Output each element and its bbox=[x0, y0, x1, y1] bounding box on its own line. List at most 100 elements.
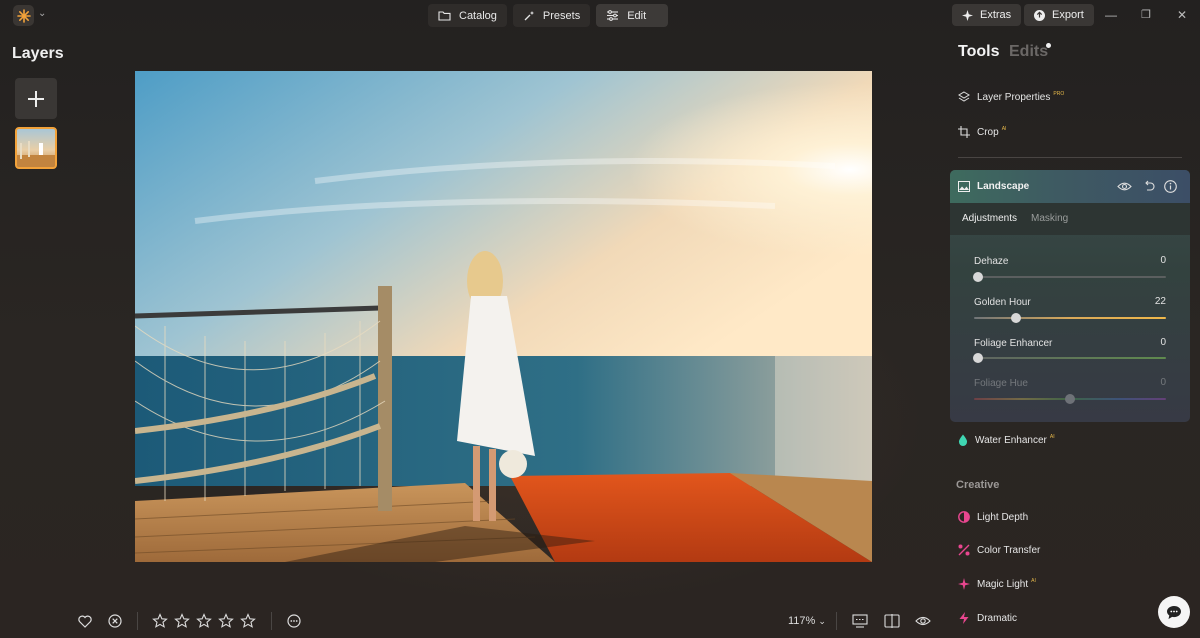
tool-light-depth-label: Light Depth bbox=[977, 511, 1029, 523]
color-transfer-icon bbox=[958, 544, 970, 556]
app-menu-chevron-icon[interactable]: ⌄ bbox=[38, 8, 46, 19]
tab-adjustments[interactable]: Adjustments bbox=[962, 213, 1017, 224]
slider-foliage-hue-handle bbox=[1065, 394, 1075, 404]
slider-golden-hour-value[interactable]: 22 bbox=[1155, 296, 1166, 307]
slider-dehaze-value[interactable]: 0 bbox=[1160, 255, 1166, 266]
visibility-eye-icon[interactable] bbox=[1117, 181, 1132, 192]
tool-color-transfer-label: Color Transfer bbox=[977, 544, 1041, 556]
sparkle-wand-icon bbox=[524, 10, 534, 20]
tool-magic-light[interactable]: Magic Light AI bbox=[958, 575, 1036, 593]
heart-icon bbox=[78, 615, 92, 628]
tool-water-enhancer-label: Water Enhancer bbox=[975, 434, 1047, 446]
sun-logo-icon bbox=[16, 8, 31, 23]
tab-tools[interactable]: Tools bbox=[958, 43, 999, 61]
tab-edits[interactable]: Edits bbox=[1009, 43, 1048, 61]
landscape-panel: Landscape Adjustments Masking Dehaze 0 G… bbox=[950, 170, 1190, 422]
more-options-button[interactable] bbox=[286, 612, 302, 630]
tab-edit-label: Edit bbox=[627, 9, 647, 22]
slider-foliage-enhancer-label: Foliage Enhancer bbox=[974, 338, 1053, 349]
minimize-icon[interactable]: — bbox=[1105, 8, 1117, 22]
export-label: Export bbox=[1052, 9, 1084, 21]
restore-icon[interactable]: ❐ bbox=[1141, 8, 1151, 21]
app-logo-button[interactable] bbox=[13, 5, 34, 26]
slider-dehaze-track[interactable] bbox=[974, 276, 1166, 278]
rating-stars-icon bbox=[152, 613, 256, 628]
slider-foliage-enhancer-value[interactable]: 0 bbox=[1160, 337, 1166, 348]
light-depth-icon bbox=[958, 511, 970, 523]
plus-icon bbox=[28, 90, 44, 107]
more-dots-circle-icon bbox=[287, 614, 301, 628]
preview-toggle-button[interactable] bbox=[914, 612, 932, 630]
pro-badge: PRO bbox=[1053, 90, 1065, 97]
eye-icon bbox=[915, 616, 931, 626]
layers-icon bbox=[958, 91, 970, 102]
chat-support-button[interactable] bbox=[1158, 596, 1190, 628]
tab-presets-label: Presets bbox=[542, 9, 581, 22]
landscape-title: Landscape bbox=[977, 181, 1030, 192]
tab-masking[interactable]: Masking bbox=[1031, 213, 1068, 224]
tool-layer-properties-label: Layer Properties bbox=[977, 91, 1051, 103]
export-button[interactable]: Export bbox=[1024, 4, 1094, 26]
dramatic-icon bbox=[959, 612, 969, 624]
toolbar-divider bbox=[836, 612, 837, 630]
slider-golden-hour-label: Golden Hour bbox=[974, 297, 1031, 308]
landscape-header[interactable]: Landscape bbox=[950, 170, 1190, 203]
panel-separator bbox=[958, 157, 1182, 158]
edited-photo bbox=[135, 71, 872, 562]
split-view-button[interactable] bbox=[883, 612, 901, 630]
layers-title: Layers bbox=[12, 45, 64, 62]
extras-label: Extras bbox=[980, 9, 1012, 21]
slider-golden-hour-handle[interactable] bbox=[1011, 313, 1022, 323]
slider-golden-hour-track[interactable] bbox=[974, 317, 1166, 319]
tool-dramatic[interactable]: Dramatic bbox=[958, 609, 1017, 627]
slider-dehaze-handle[interactable] bbox=[973, 272, 983, 282]
sliders-icon bbox=[607, 10, 619, 21]
folder-icon bbox=[438, 11, 451, 21]
slider-foliage-hue-value: 0 bbox=[1160, 377, 1166, 388]
slider-foliage-enhancer-track[interactable] bbox=[974, 357, 1166, 359]
tool-dramatic-label: Dramatic bbox=[977, 612, 1018, 624]
photo-canvas[interactable] bbox=[135, 71, 872, 562]
reject-button[interactable] bbox=[107, 612, 123, 630]
ai-badge: AI bbox=[1031, 577, 1036, 584]
tool-color-transfer[interactable]: Color Transfer bbox=[958, 541, 1040, 559]
chat-bubble-icon bbox=[1167, 605, 1181, 619]
tool-water-enhancer[interactable]: Water Enhancer AI bbox=[958, 431, 1055, 449]
tab-presets[interactable]: Presets bbox=[512, 4, 591, 27]
chevron-down-icon: ⌄ bbox=[818, 616, 826, 626]
slider-dehaze-label: Dehaze bbox=[974, 256, 1009, 267]
add-layer-button[interactable] bbox=[15, 78, 57, 119]
tab-edit[interactable]: Edit bbox=[596, 4, 669, 27]
ai-badge: AI bbox=[1049, 433, 1055, 440]
info-icon[interactable] bbox=[1164, 180, 1177, 193]
tool-light-depth[interactable]: Light Depth bbox=[958, 508, 1028, 526]
compare-view-button[interactable] bbox=[851, 612, 869, 630]
undo-reset-icon[interactable] bbox=[1143, 180, 1155, 192]
zoom-level: 117% bbox=[788, 615, 816, 627]
ai-badge: AI bbox=[1001, 125, 1007, 132]
slider-foliage-hue-label: Foliage Hue bbox=[974, 378, 1028, 389]
tab-catalog-label: Catalog bbox=[459, 9, 497, 22]
reject-x-circle-icon bbox=[108, 614, 122, 628]
monitor-compare-icon bbox=[852, 614, 868, 628]
edits-indicator-dot bbox=[1046, 43, 1051, 48]
favorite-heart-button[interactable] bbox=[77, 612, 93, 630]
tool-magic-light-label: Magic Light bbox=[977, 578, 1029, 590]
sparkle-icon bbox=[962, 9, 973, 21]
toolbar-divider bbox=[271, 612, 272, 630]
top-bar: ⌄ Catalog Presets Edit Extras Export — ❐… bbox=[0, 0, 1200, 31]
landscape-subtabs: Adjustments Masking bbox=[950, 203, 1190, 235]
close-icon[interactable]: ✕ bbox=[1177, 8, 1187, 22]
magic-light-icon bbox=[958, 578, 970, 590]
tool-layer-properties[interactable]: Layer Properties PRO bbox=[958, 88, 1064, 106]
layer-thumbnail[interactable] bbox=[15, 127, 57, 169]
extras-button[interactable]: Extras bbox=[952, 4, 1022, 26]
crop-icon bbox=[958, 126, 970, 138]
tool-crop-label: Crop bbox=[977, 126, 999, 138]
water-drop-icon bbox=[958, 434, 968, 446]
tab-catalog[interactable]: Catalog bbox=[428, 4, 507, 27]
creative-section-title: Creative bbox=[956, 479, 1000, 491]
slider-foliage-enhancer-handle[interactable] bbox=[973, 353, 983, 363]
tool-crop[interactable]: Crop AI bbox=[958, 123, 1006, 141]
zoom-dropdown[interactable]: 117% ⌄ bbox=[788, 615, 826, 627]
